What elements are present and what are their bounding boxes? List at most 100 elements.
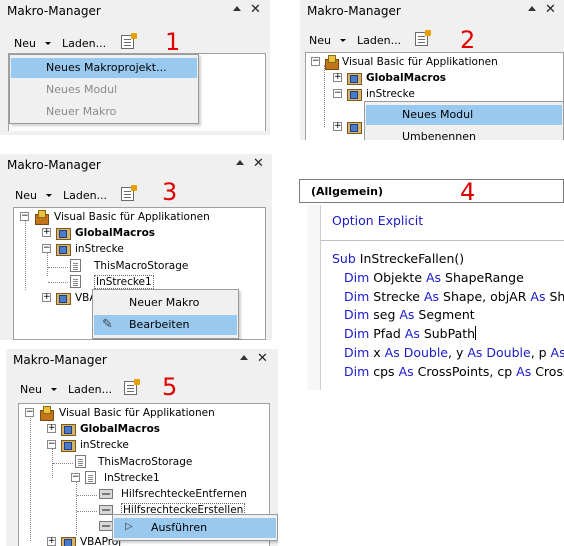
close-icon[interactable]: ✕ (257, 352, 268, 365)
collapse-toggle-icon[interactable]: − (71, 473, 80, 482)
code-line[interactable]: Dim Objekte As ShapeRange (344, 270, 524, 285)
menu-item-new-macro: Neuer Makro (11, 102, 197, 122)
step-number: 4 (460, 178, 476, 206)
new-button[interactable]: Neu (309, 34, 331, 47)
panel-titlebar: Makro-Manager ✕ (0, 0, 270, 22)
context-menu: Neues Modul Umbenennen (364, 101, 564, 140)
macro-options-icon[interactable] (121, 185, 137, 201)
menu-item-run[interactable]: ▷ Ausführen (114, 518, 276, 538)
expand-toggle-icon[interactable]: + (42, 228, 51, 237)
tree-item-label: inStrecke (75, 243, 124, 255)
collapse-toggle-icon[interactable]: − (333, 89, 342, 98)
menu-item-label: Neues Modul (402, 108, 474, 121)
tree-item-label: ThisMacroStorage (94, 260, 189, 272)
code-line[interactable]: Sub InStreckeFallen() (332, 251, 464, 266)
macro-options-icon[interactable] (124, 379, 140, 395)
collapse-toggle-icon[interactable]: − (42, 244, 51, 253)
tree-item-label: GlobalMacros (80, 423, 161, 435)
close-icon[interactable]: ✕ (250, 3, 261, 16)
expand-toggle-icon[interactable]: + (333, 73, 342, 82)
code-line[interactable]: Dim seg As Segment (344, 307, 475, 322)
panel-title: Makro-Manager (7, 4, 101, 18)
pin-icon[interactable] (528, 6, 536, 11)
panel-titlebar: Makro-Manager ✕ (300, 0, 564, 22)
panel-titlebar: Makro-Manager ✕ (0, 154, 272, 176)
collapse-toggle-icon[interactable]: − (311, 57, 320, 66)
menu-item-label: Neues Makroprojekt... (46, 61, 167, 74)
collapse-toggle-icon[interactable]: − (47, 440, 56, 449)
load-button[interactable]: Laden... (357, 34, 401, 47)
chevron-down-icon[interactable] (51, 388, 57, 391)
chevron-down-icon[interactable] (340, 39, 346, 42)
edit-pencil-icon: ✎ (102, 317, 113, 332)
close-icon[interactable]: ✕ (545, 3, 556, 16)
menu-item-label: Ausführen (151, 521, 208, 534)
menu-item-new-module: Neues Modul (11, 80, 197, 100)
menu-item-new-macro-project[interactable]: Neues Makroprojekt... (11, 58, 197, 78)
code-line[interactable]: Dim x As Double, y As Double, p As D (344, 345, 564, 360)
new-button[interactable]: Neu (20, 383, 42, 396)
document-icon (70, 275, 81, 288)
menu-item-label: Neuer Makro (129, 296, 200, 309)
step-number: 2 (460, 26, 476, 54)
tree-item-label: inStrecke (80, 439, 129, 451)
macro-options-icon[interactable] (121, 33, 137, 49)
code-line[interactable]: Dim Strecke As Shape, objAR As Sha (344, 289, 564, 304)
project-icon (56, 291, 71, 305)
project-icon (347, 87, 362, 101)
collapse-toggle-icon[interactable]: − (20, 212, 29, 221)
vba-icon (34, 210, 49, 225)
tree-item-label: Visual Basic für Applikationen (342, 56, 498, 68)
tree-item-label: Visual Basic für Applikationen (59, 407, 215, 419)
pin-icon[interactable] (236, 160, 244, 165)
chevron-down-icon[interactable] (45, 42, 51, 45)
menu-item-new-macro[interactable]: Neuer Makro (94, 293, 237, 313)
code-line[interactable]: Option Explicit (332, 213, 423, 228)
chevron-down-icon[interactable] (46, 194, 52, 197)
load-button[interactable]: Laden... (68, 383, 112, 396)
menu-item-label: Neues Modul (46, 83, 118, 96)
tree-item-label: InStrecke1 (94, 275, 154, 289)
close-icon[interactable]: ✕ (253, 157, 264, 170)
load-button[interactable]: Laden... (62, 37, 106, 50)
vba-icon (39, 406, 54, 421)
menu-item-label: Umbenennen (402, 130, 476, 140)
expand-toggle-icon[interactable]: + (47, 424, 56, 433)
code-line[interactable]: Dim Pfad As SubPath (344, 326, 477, 341)
tree-item-label: GlobalMacros (75, 227, 156, 239)
expand-toggle-icon[interactable]: + (333, 122, 342, 131)
text-cursor (475, 326, 477, 340)
context-menu: ▷ Ausführen (112, 514, 278, 541)
object-combobox[interactable]: (Allgemein) (299, 179, 564, 203)
document-icon (85, 471, 96, 484)
project-icon (61, 422, 76, 436)
code-gutter (307, 205, 321, 390)
tree-item-label: HilfsrechteckeEntfernen (121, 488, 247, 500)
menu-item-new-module[interactable]: Neues Modul (366, 105, 562, 125)
macro-icon (99, 521, 113, 531)
step-number: 1 (165, 28, 181, 56)
load-button[interactable]: Laden... (63, 189, 107, 202)
new-button[interactable]: Neu (14, 37, 36, 50)
menu-item-edit[interactable]: ✎ Bearbeiten (94, 315, 237, 335)
collapse-toggle-icon[interactable]: − (25, 408, 34, 417)
menu-item-label: Bearbeiten (129, 318, 190, 331)
project-icon (56, 226, 71, 240)
macro-manager-panel-1: Makro-Manager ✕ Neu Laden... 1 Neues Mak… (0, 0, 270, 135)
project-icon (56, 242, 71, 256)
pin-icon[interactable] (240, 355, 248, 360)
menu-item-rename[interactable]: Umbenennen (366, 127, 562, 140)
context-menu: Neuer Makro ✎ Bearbeiten (92, 289, 239, 339)
pin-icon[interactable] (233, 6, 241, 11)
expand-toggle-icon[interactable]: + (42, 293, 51, 302)
code-line[interactable]: Dim cps As CrossPoints, cp As CrossP (344, 364, 564, 379)
macro-manager-panel-2: Makro-Manager ✕ Neu Laden... 2 − Visual … (300, 0, 564, 140)
tree-item-label: InStrecke1 (104, 472, 160, 484)
macro-options-icon[interactable] (415, 30, 431, 46)
expand-toggle-icon[interactable]: + (47, 537, 56, 546)
macro-icon (99, 505, 113, 515)
step-number: 3 (162, 178, 178, 206)
panel-title: Makro-Manager (307, 4, 401, 18)
vba-icon (324, 55, 339, 70)
new-button[interactable]: Neu (15, 189, 37, 202)
